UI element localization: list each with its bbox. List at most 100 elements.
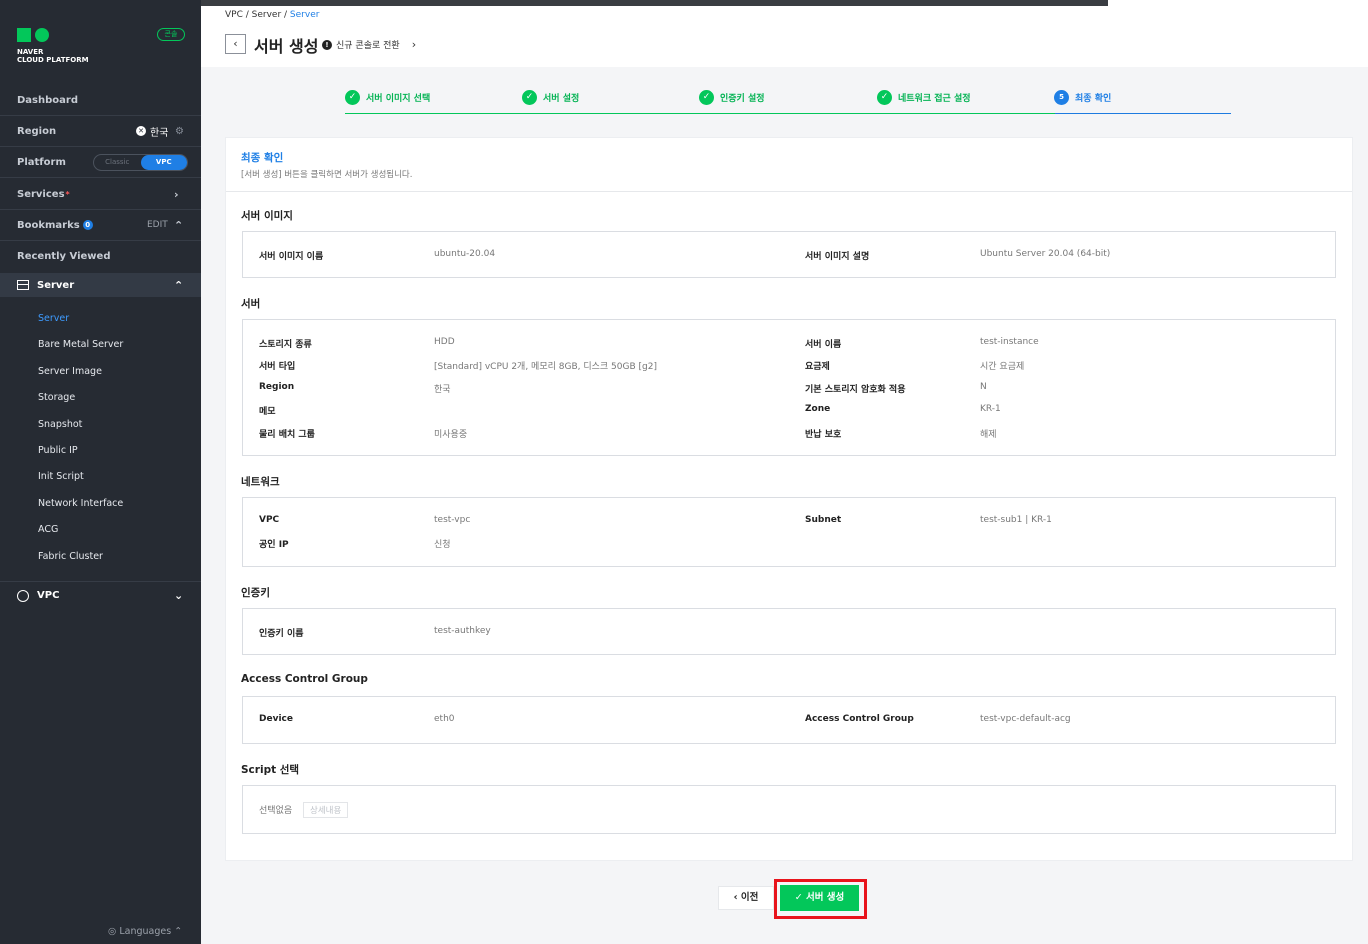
kv-value: KR-1: [980, 404, 1001, 414]
kv-value: N: [980, 382, 987, 392]
create-server-button[interactable]: ✓ 서버 생성: [780, 885, 859, 911]
console-badge[interactable]: 콘솔: [157, 28, 185, 41]
bookmarks-label: Bookmarks: [17, 219, 80, 231]
chevron-right-icon: ›: [174, 187, 179, 201]
kv-value: [Standard] vCPU 2개, 메모리 8GB, 디스크 50GB [g…: [434, 362, 657, 372]
logo-mark-icon: [17, 28, 89, 42]
back-button[interactable]: ‹: [225, 34, 246, 54]
sidebar-group-server[interactable]: Server ⌃: [0, 273, 201, 297]
region-selector[interactable]: ✕ 한국: [136, 124, 168, 139]
languages-label: Languages: [119, 926, 172, 937]
info-icon: !: [322, 39, 332, 50]
step-progress-line: [345, 113, 1055, 114]
page-title: 서버 생성: [254, 37, 319, 56]
server-icon: [17, 280, 29, 290]
platform-classic[interactable]: Classic: [94, 155, 141, 170]
dashboard-label: Dashboard: [17, 94, 78, 106]
gear-icon[interactable]: ⚙: [175, 126, 184, 137]
server-group-label: Server: [37, 279, 75, 291]
kv-key: 반납 보호: [805, 430, 842, 440]
prev-button[interactable]: ‹ 이전: [718, 886, 774, 910]
region-label: Region: [17, 125, 57, 137]
step-3[interactable]: ✓ 인증키 설정: [699, 90, 765, 105]
platform-toggle[interactable]: Classic VPC: [93, 153, 188, 171]
vpc-icon: [17, 589, 29, 602]
sidebar-item-server[interactable]: Server: [38, 313, 69, 324]
kv-key: 메모: [259, 407, 276, 417]
korea-flag-icon: ✕: [136, 126, 146, 136]
kv-key: 서버 이름: [805, 340, 842, 350]
breadcrumb-server[interactable]: Server: [252, 10, 282, 20]
kv-key: Region: [259, 382, 295, 392]
kv-value: 신청: [434, 540, 451, 550]
sidebar-item-server-image[interactable]: Server Image: [38, 366, 102, 377]
network-box: VPC test-vpc Subnet test-sub1 | KR-1 공인 …: [242, 497, 1336, 567]
step-5: 5 최종 확인: [1054, 90, 1111, 105]
chevron-down-icon: ⌄: [174, 589, 184, 602]
kv-value: 시간 요금제: [980, 362, 1025, 372]
naver-cloud-logo[interactable]: NAVER CLOUD PLATFORM: [17, 28, 89, 64]
panel-description: [서버 생성] 버튼을 클릭하면 서버가 생성됩니다.: [241, 170, 413, 180]
services-mark: *: [65, 189, 70, 199]
sidebar-group-vpc[interactable]: VPC ⌄: [0, 581, 201, 609]
panel-header: 최종 확인 [서버 생성] 버튼을 클릭하면 서버가 생성됩니다.: [226, 138, 1352, 192]
sidebar-item-bare-metal-server[interactable]: Bare Metal Server: [38, 339, 123, 350]
chevron-up-icon[interactable]: ⌃: [174, 219, 183, 232]
kv-value: eth0: [434, 714, 455, 724]
switch-new-console-link[interactable]: ! 신규 콘솔로 전환 ›: [322, 38, 416, 51]
region-value: 한국: [150, 127, 169, 139]
sidebar-item-snapshot[interactable]: Snapshot: [38, 419, 82, 430]
sidebar-item-recently-viewed[interactable]: Recently Viewed: [0, 241, 201, 272]
platform-label: Platform: [17, 156, 66, 168]
sidebar-item-fabric-cluster[interactable]: Fabric Cluster: [38, 551, 103, 562]
step-1[interactable]: ✓ 서버 이미지 선택: [345, 90, 430, 105]
chevron-right-icon: ›: [411, 38, 417, 51]
vpc-group-label: VPC: [37, 590, 60, 601]
panel-title: 최종 확인: [241, 152, 284, 164]
step-5-number: 5: [1054, 90, 1069, 105]
kv-key: 서버 이미지 이름: [259, 252, 324, 262]
kv-key: Access Control Group: [805, 714, 914, 724]
script-value-row: 선택없음 상세내용: [259, 802, 349, 818]
sidebar-item-bookmarks[interactable]: Bookmarks 0 EDIT ⌃: [0, 210, 201, 241]
sidebar-item-dashboard[interactable]: Dashboard: [0, 85, 201, 116]
kv-key: 물리 배치 그룹: [259, 430, 315, 440]
kv-value: test-vpc: [434, 515, 471, 525]
chevron-left-icon: ‹: [733, 892, 738, 903]
step-4-label: 네트워크 접근 설정: [898, 94, 971, 104]
sidebar-item-services[interactable]: Services * ›: [0, 179, 201, 210]
kv-value: 해제: [980, 430, 997, 440]
acg-box: Device eth0 Access Control Group test-vp…: [242, 696, 1336, 744]
kv-value: HDD: [434, 337, 455, 347]
section-title-acg: Access Control Group: [241, 673, 368, 685]
step-indicator: ✓ 서버 이미지 선택 ✓ 서버 설정 ✓ 인증키 설정 ✓ 네트워크 접근 설…: [345, 88, 1231, 114]
kv-key: 기본 스토리지 암호화 적용: [805, 385, 906, 395]
check-icon: ✓: [794, 892, 803, 903]
globe-icon: ◎: [108, 926, 117, 937]
brand-line2: CLOUD PLATFORM: [17, 56, 89, 64]
kv-value: Ubuntu Server 20.04 (64-bit): [980, 249, 1111, 259]
sidebar-item-public-ip[interactable]: Public IP: [38, 445, 78, 456]
sidebar-item-network-interface[interactable]: Network Interface: [38, 498, 123, 509]
bookmarks-edit-button[interactable]: EDIT: [147, 220, 168, 230]
logo-text: NAVER CLOUD PLATFORM: [17, 48, 89, 64]
kv-value: ubuntu-20.04: [434, 249, 496, 259]
languages-selector[interactable]: ◎ Languages ⌃: [108, 926, 182, 937]
platform-vpc[interactable]: VPC: [140, 154, 187, 170]
kv-value: test-sub1 | KR-1: [980, 515, 1052, 525]
script-detail-button[interactable]: 상세내용: [303, 802, 349, 818]
breadcrumb-vpc[interactable]: VPC: [225, 10, 243, 20]
page-header: VPC / Server / Server ‹ 서버 생성 ! 신규 콘솔로 전…: [201, 6, 1368, 67]
sidebar-item-region[interactable]: Region ✕ 한국 ⚙: [0, 116, 201, 147]
sidebar-item-acg[interactable]: ACG: [38, 524, 58, 535]
sidebar-item-init-script[interactable]: Init Script: [38, 471, 84, 482]
kv-value: 미사용중: [434, 430, 468, 440]
step-4[interactable]: ✓ 네트워크 접근 설정: [877, 90, 971, 105]
kv-key: Subnet: [805, 515, 842, 525]
sidebar-item-storage[interactable]: Storage: [38, 392, 75, 403]
recently-viewed-label: Recently Viewed: [17, 251, 111, 262]
breadcrumb: VPC / Server / Server: [225, 10, 320, 20]
step-2[interactable]: ✓ 서버 설정: [522, 90, 579, 105]
kv-key: 서버 이미지 설명: [805, 252, 870, 262]
kv-key: 요금제: [805, 362, 830, 372]
